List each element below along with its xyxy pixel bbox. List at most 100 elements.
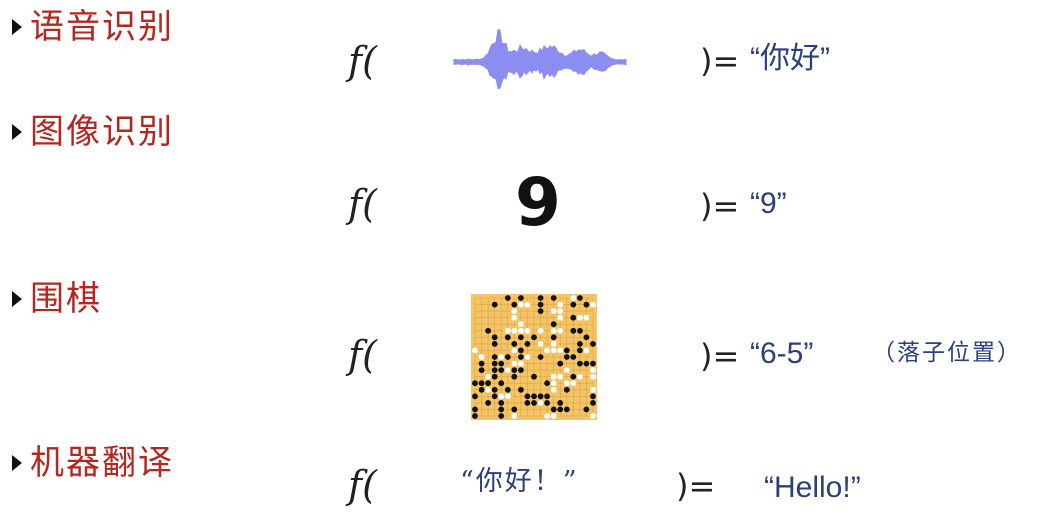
white-stone	[511, 360, 518, 367]
function-close: )=	[700, 187, 740, 225]
black-stone	[583, 301, 590, 308]
white-stone	[544, 347, 550, 354]
black-stone	[563, 386, 570, 393]
black-stone	[531, 373, 537, 380]
white-stone	[550, 373, 557, 380]
black-stone	[570, 314, 577, 321]
white-stone	[511, 413, 518, 419]
white-stone	[518, 360, 524, 367]
row-label-speech: 语音识别	[12, 10, 174, 44]
black-stone	[537, 354, 544, 360]
result-go: “6-5”	[750, 337, 814, 370]
black-stone	[570, 301, 577, 308]
black-stone	[577, 360, 583, 367]
white-stone	[511, 314, 518, 321]
black-stone	[511, 341, 518, 347]
black-stone	[550, 295, 557, 301]
black-stone	[485, 380, 491, 387]
black-stone	[498, 406, 505, 413]
white-stone	[590, 367, 596, 373]
black-stone	[518, 354, 524, 360]
black-stone	[570, 327, 577, 334]
black-stone	[557, 400, 564, 406]
black-stone	[491, 360, 498, 367]
black-stone	[524, 341, 531, 347]
black-stone	[498, 380, 505, 387]
black-stone	[491, 301, 498, 308]
white-stone	[557, 308, 564, 314]
black-stone	[590, 341, 596, 347]
black-stone	[577, 327, 583, 334]
white-stone	[550, 386, 557, 393]
function-close: )=	[700, 337, 740, 375]
black-stone	[583, 334, 590, 341]
white-stone	[550, 308, 557, 314]
black-stone	[478, 386, 485, 393]
black-stone	[563, 354, 570, 360]
white-stone	[557, 314, 564, 321]
white-stone	[518, 301, 524, 308]
function-open: f(	[348, 39, 377, 83]
white-stone	[550, 347, 557, 354]
black-stone	[550, 334, 557, 341]
black-stone	[537, 393, 544, 400]
row-label-go: 围棋	[12, 282, 102, 316]
white-stone	[518, 327, 524, 334]
black-stone	[491, 334, 498, 341]
black-stone	[491, 354, 498, 360]
black-stone	[531, 400, 537, 406]
black-stone	[504, 295, 511, 301]
function-open: f(	[348, 463, 377, 507]
result-image: “9”	[750, 187, 787, 220]
black-stone	[590, 360, 596, 367]
white-stone	[498, 393, 505, 400]
black-stone	[563, 347, 570, 354]
bullet-triangle-icon	[12, 124, 22, 140]
black-stone	[491, 386, 498, 393]
white-stone	[590, 373, 596, 380]
black-stone	[563, 406, 570, 413]
row-label-text: 机器翻译	[30, 443, 174, 483]
black-stone	[472, 413, 478, 419]
row-label-translation: 机器翻译	[12, 446, 174, 480]
black-stone	[511, 373, 518, 380]
white-stone	[518, 321, 524, 328]
white-stone	[472, 347, 478, 354]
black-stone	[504, 334, 511, 341]
white-stone	[590, 301, 596, 308]
black-stone	[485, 400, 491, 406]
black-stone	[485, 327, 491, 334]
white-stone	[570, 295, 577, 301]
handwritten-digit-image: 9	[515, 164, 561, 241]
white-stone	[524, 327, 531, 334]
black-stone	[472, 380, 478, 387]
black-stone	[537, 308, 544, 314]
black-stone	[524, 393, 531, 400]
black-stone	[550, 321, 557, 328]
row-label-image: 图像识别	[12, 115, 174, 149]
row-label-text: 语音识别	[30, 7, 174, 47]
black-stone	[577, 347, 583, 354]
bullet-triangle-icon	[12, 19, 22, 35]
white-stone	[537, 400, 544, 406]
white-stone	[583, 347, 590, 354]
white-stone	[511, 308, 518, 314]
white-stone	[524, 354, 531, 360]
black-stone	[544, 400, 550, 406]
black-stone	[491, 393, 498, 400]
white-stone	[498, 354, 505, 360]
white-stone	[544, 413, 550, 419]
black-stone	[518, 295, 524, 301]
white-stone	[504, 393, 511, 400]
function-close: )=	[700, 42, 740, 80]
black-stone	[511, 406, 518, 413]
white-stone	[577, 373, 583, 380]
white-stone	[583, 314, 590, 321]
black-stone	[544, 380, 550, 387]
white-stone	[511, 327, 518, 334]
white-stone	[537, 341, 544, 347]
white-stone	[524, 301, 531, 308]
black-stone	[550, 406, 557, 413]
black-stone	[583, 360, 590, 367]
black-stone	[583, 406, 590, 413]
